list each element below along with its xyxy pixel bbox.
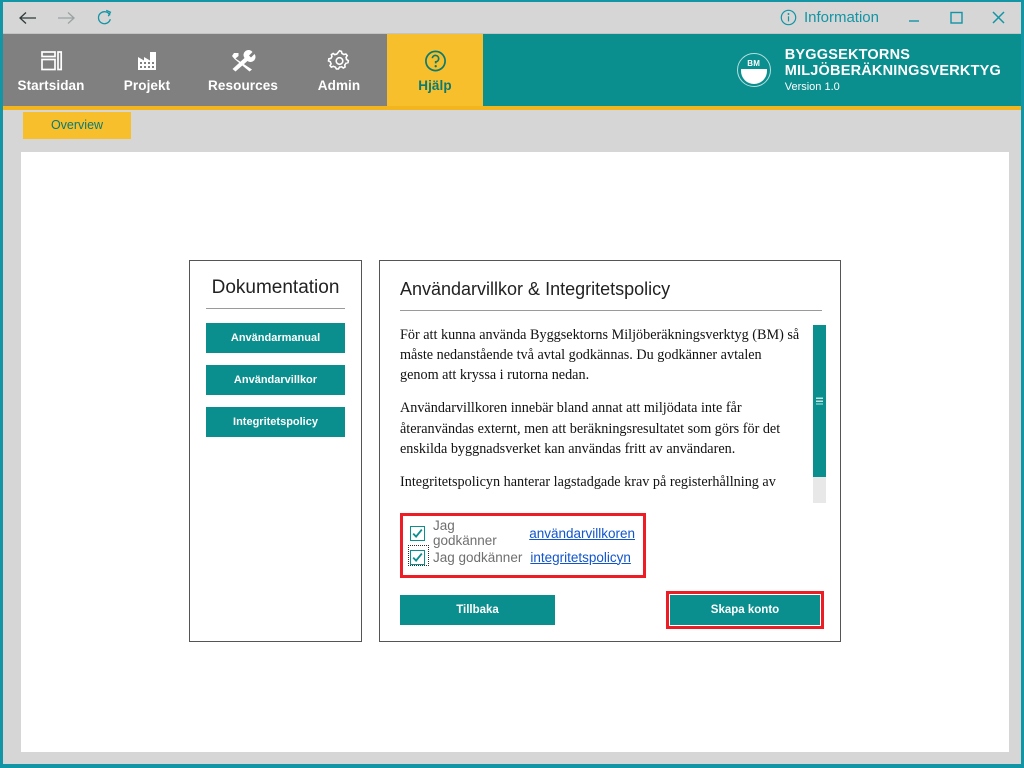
title-bar: Information <box>3 2 1021 34</box>
back-button[interactable] <box>11 4 45 32</box>
tools-icon <box>230 47 257 73</box>
nav-item-admin[interactable]: Admin <box>291 34 387 106</box>
forward-button[interactable] <box>49 4 83 32</box>
close-button[interactable] <box>977 3 1019 33</box>
brand-line-2: MILJÖBERÄKNINGSVERKTYG <box>784 62 1001 79</box>
consent-row-anvandarvillkoren[interactable]: Jag godkänner användarvillkoren <box>410 518 635 548</box>
terms-paragraph: Användarvillkoren innebär bland annat at… <box>400 400 781 457</box>
gear-icon <box>327 47 352 73</box>
panels-container: Dokumentation Användarmanual Användarvil… <box>189 260 841 642</box>
create-account-highlight: Skapa konto <box>666 591 824 629</box>
page-tab-strip: Overview <box>3 110 1021 139</box>
terms-scroll-region: För att kunna använda Byggsektorns Miljö… <box>400 325 826 503</box>
terms-paragraph: För att kunna använda Byggsektorns Miljö… <box>400 327 800 384</box>
question-circle-icon <box>423 47 448 73</box>
doc-button-anvandarmanual[interactable]: Användarmanual <box>206 323 345 353</box>
brand-title: BYGGSEKTORNS MILJÖBERÄKNINGSVERKTYG Vers… <box>785 47 1001 94</box>
minimize-button[interactable] <box>893 3 935 33</box>
nav-item-projekt[interactable]: Projekt <box>99 34 195 106</box>
checkbox-anvandarvillkoren[interactable] <box>410 525 425 541</box>
nav-item-label: Hjälp <box>418 78 452 93</box>
check-icon <box>412 552 423 562</box>
consent-checkbox-group: Jag godkänner användarvillkoren Jag godk… <box>400 513 646 578</box>
back-action-button[interactable]: Tillbaka <box>400 595 555 625</box>
refresh-button[interactable] <box>87 4 121 32</box>
nav-item-resources[interactable]: Resources <box>195 34 291 106</box>
maximize-icon <box>949 11 963 24</box>
brand-block: BM BYGGSEKTORNS MILJÖBERÄKNINGSVERKTYG V… <box>736 34 1021 106</box>
titlebar-right-group: Information <box>774 2 1021 33</box>
close-icon <box>991 11 1005 24</box>
consent-label: Jag godkänner <box>433 518 497 548</box>
terms-text-body: För att kunna använda Byggsektorns Miljö… <box>400 325 813 503</box>
brand-version: Version 1.0 <box>784 81 840 94</box>
information-label: Information <box>803 9 879 26</box>
check-icon <box>412 528 423 538</box>
documentation-buttons: Användarmanual Användarvillkor Integrite… <box>206 323 345 437</box>
factory-icon <box>135 47 160 73</box>
maximize-button[interactable] <box>935 3 977 33</box>
nav-item-label: Resources <box>208 78 278 93</box>
application-window: Information Startsidan Projekt Resources… <box>0 0 1024 768</box>
nav-item-label: Admin <box>317 78 361 93</box>
consent-row-integritetspolicyn[interactable]: Jag godkänner integritetspolicyn <box>410 545 635 569</box>
terms-panel: Användarvillkor & Integritetspolicy För … <box>379 260 841 642</box>
arrow-left-icon <box>19 11 36 24</box>
info-circle-icon <box>780 9 797 26</box>
logo-bowl-shape <box>740 69 767 84</box>
nav-item-hjalp[interactable]: Hjälp <box>387 34 483 106</box>
nav-item-label: Projekt <box>123 78 171 93</box>
application-header: Startsidan Projekt Resources Admin Hjälp… <box>3 34 1021 110</box>
scrollbar-grip-icon <box>816 397 823 405</box>
dialog-actions: Tillbaka Skapa konto <box>400 591 826 629</box>
consent-label: Jag godkänner <box>433 549 523 565</box>
link-integritetspolicyn[interactable]: integritetspolicyn <box>530 550 631 565</box>
browser-nav-buttons <box>3 4 121 32</box>
information-button[interactable]: Information <box>774 2 893 33</box>
doc-button-integritetspolicy[interactable]: Integritetspolicy <box>206 407 345 437</box>
nav-item-label: Startsidan <box>17 78 85 93</box>
content-area: Dokumentation Användarmanual Användarvil… <box>21 152 1009 752</box>
link-anvandarvillkoren[interactable]: användarvillkoren <box>529 526 635 541</box>
bm-logo-icon: BM <box>736 53 771 87</box>
brand-line-1: BYGGSEKTORNS <box>784 46 911 63</box>
main-navigation: Startsidan Projekt Resources Admin Hjälp <box>3 34 483 106</box>
scrollbar-thumb[interactable] <box>813 325 826 477</box>
dashboard-icon <box>39 47 64 73</box>
terms-scrollbar[interactable] <box>813 325 826 503</box>
terms-panel-title: Användarvillkor & Integritetspolicy <box>400 279 822 311</box>
terms-paragraph: Integritetspolicyn hanterar lagstadgade … <box>400 473 776 490</box>
doc-button-anvandarvillkor[interactable]: Användarvillkor <box>206 365 345 395</box>
tab-overview[interactable]: Overview <box>23 112 131 139</box>
documentation-panel: Dokumentation Användarmanual Användarvil… <box>189 260 362 642</box>
documentation-title: Dokumentation <box>206 277 345 309</box>
create-account-button[interactable]: Skapa konto <box>670 595 820 625</box>
logo-text: BM <box>747 59 761 68</box>
refresh-icon <box>97 9 111 25</box>
nav-item-startsidan[interactable]: Startsidan <box>3 34 99 106</box>
arrow-right-icon <box>58 11 75 24</box>
checkbox-integritetspolicyn[interactable] <box>410 549 425 565</box>
minimize-icon <box>909 19 919 22</box>
